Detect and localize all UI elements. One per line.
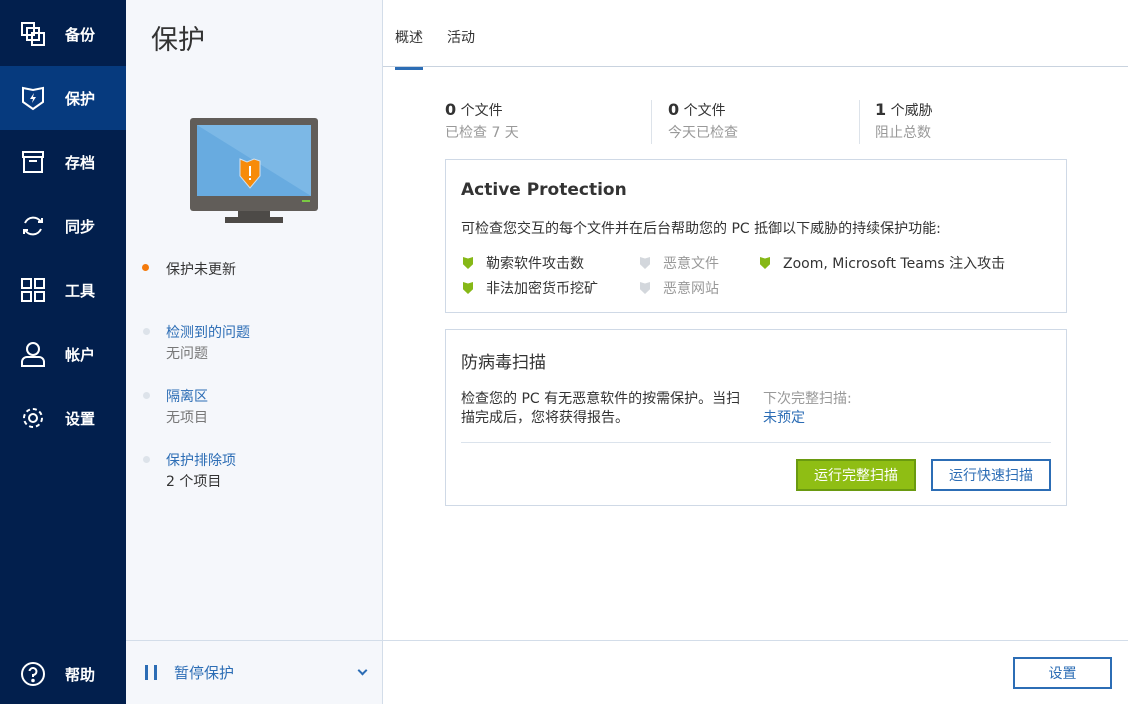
run-quick-scan-button[interactable]: 运行快速扫描 (931, 459, 1051, 491)
help-button[interactable]: 帮助 (0, 642, 126, 706)
sidebar-item-label: 帐户 (65, 345, 96, 364)
stat-unit: 个文件 (460, 103, 503, 119)
help-icon (21, 662, 45, 686)
card-description: 可检查您交互的每个文件并在后台帮助您的 PC 抵御以下威胁的持续保护功能: (461, 221, 941, 237)
feature-injection: Zoom, Microsoft Teams 注入攻击 (760, 253, 1005, 273)
scan-description-line-1: 检查您的 PC 有无恶意软件的按需保护。当扫 (461, 391, 741, 407)
pause-icon (145, 665, 157, 680)
tab-overview[interactable]: 概述 (395, 27, 423, 70)
card-title: Active Protection (461, 180, 627, 200)
feature-label: 恶意网站 (663, 281, 719, 297)
sync-icon (23, 216, 43, 236)
sidebar-item-label: 工具 (65, 281, 96, 300)
stat-checked-today: 0 个文件 今天已检查 (668, 100, 738, 146)
sidebar-item-settings[interactable]: 设置 (0, 386, 126, 450)
page-title: 保护 (151, 25, 205, 56)
list-dot (143, 456, 150, 463)
feature-label: Zoom, Microsoft Teams 注入攻击 (783, 256, 1006, 272)
archive-icon (22, 151, 44, 173)
shield-bolt-icon (22, 86, 44, 111)
settings-button[interactable]: 设置 (1013, 657, 1112, 689)
active-protection-card: Active Protection 可检查您交互的每个文件并在后台帮助您的 PC… (445, 159, 1067, 313)
protection-status: 保护未更新 (166, 262, 236, 278)
tools-grid-icon (21, 278, 45, 302)
gear-icon (23, 408, 43, 428)
run-full-scan-button[interactable]: 运行完整扫描 (796, 459, 916, 491)
sidebar-item-label: 保护 (65, 89, 96, 108)
next-scan-value[interactable]: 未预定 (763, 407, 805, 427)
sidebar-item-label: 设置 (65, 409, 96, 428)
monitor-shield-illustration (190, 118, 318, 223)
sidebar-item-sync[interactable]: 同步 (0, 194, 126, 258)
sidebar-item-backup[interactable]: 备份 (0, 2, 126, 66)
divider (859, 100, 860, 144)
list-dot (143, 328, 150, 335)
antivirus-scan-card: 防病毒扫描 检查您的 PC 有无恶意软件的按需保护。当扫 描完成后，您将获得报告… (445, 329, 1067, 506)
divider (461, 442, 1051, 443)
shield-icon (760, 257, 770, 269)
sidebar-item-account[interactable]: 帐户 (0, 322, 126, 386)
stat-number: 0 (445, 100, 457, 119)
exclusions-link[interactable]: 保护排除项 (166, 450, 236, 470)
shield-icon (463, 257, 473, 269)
quarantine-value: 无项目 (166, 410, 208, 426)
pause-protection-button[interactable]: 暂停保护 (126, 640, 382, 704)
feature-label: 非法加密货币挖矿 (486, 281, 598, 297)
stat-number: 0 (668, 100, 680, 119)
exclusions-value: 2 个项目 (166, 474, 222, 490)
stat-label: 阻止总数 (875, 125, 931, 141)
feature-label: 恶意文件 (663, 256, 719, 272)
divider (651, 100, 652, 144)
sidebar-item-label: 同步 (65, 217, 96, 236)
quarantine-link[interactable]: 隔离区 (166, 386, 208, 406)
help-label: 帮助 (65, 665, 96, 684)
stat-unit: 个文件 (683, 103, 726, 119)
scan-description-line-2: 描完成后，您将获得报告。 (461, 410, 629, 426)
protection-panel: 保护 保护未更新 检测到的问题 无问题 隔离区 无项目 保护排除项 2 个项目 … (126, 0, 383, 704)
sidebar: 备份 保护 存档 同步 工具 帐户 设置 帮助 (0, 0, 126, 704)
stat-threats-blocked: 1 个威胁 阻止总数 (875, 100, 933, 146)
card-title: 防病毒扫描 (461, 353, 546, 373)
detected-issues-value: 无问题 (166, 346, 208, 362)
feature-cryptomining: 非法加密货币挖矿 (463, 278, 598, 298)
tab-activity[interactable]: 活动 (447, 27, 475, 67)
sidebar-item-tools[interactable]: 工具 (0, 258, 126, 322)
chevron-down-icon (357, 665, 368, 676)
shield-icon (640, 282, 650, 294)
feature-ransomware: 勒索软件攻击数 (463, 253, 584, 273)
main-footer: 设置 (383, 640, 1128, 704)
stat-unit: 个威胁 (890, 103, 933, 119)
sidebar-item-protection[interactable]: 保护 (0, 66, 126, 130)
status-dot (142, 264, 149, 271)
feature-malicious-files: 恶意文件 (640, 253, 719, 273)
stat-label: 今天已检查 (668, 125, 738, 141)
tab-bar: 概述 活动 (383, 0, 1128, 70)
stats-row: 0 个文件 已检查 7 天 0 个文件 今天已检查 1 个威胁 阻止总数 (445, 100, 1067, 146)
stat-label: 已检查 7 天 (445, 125, 519, 141)
sidebar-item-archive[interactable]: 存档 (0, 130, 126, 194)
stat-checked-7-days: 0 个文件 已检查 7 天 (445, 100, 519, 146)
feature-label: 勒索软件攻击数 (486, 256, 584, 272)
account-icon (21, 342, 45, 367)
stat-number: 1 (875, 100, 887, 119)
pause-label: 暂停保护 (174, 664, 235, 682)
sidebar-item-label: 备份 (65, 25, 96, 44)
shield-icon (463, 282, 473, 294)
feature-malicious-websites: 恶意网站 (640, 278, 719, 298)
sidebar-item-label: 存档 (65, 153, 96, 172)
shield-icon (640, 257, 650, 269)
list-dot (143, 392, 150, 399)
next-scan-label: 下次完整扫描: (763, 391, 852, 407)
backup-icon (21, 22, 45, 46)
main-content: 概述 活动 0 个文件 已检查 7 天 0 个文件 今天已检查 1 个威胁 阻止… (383, 0, 1128, 704)
detected-issues-link[interactable]: 检测到的问题 (166, 322, 250, 342)
